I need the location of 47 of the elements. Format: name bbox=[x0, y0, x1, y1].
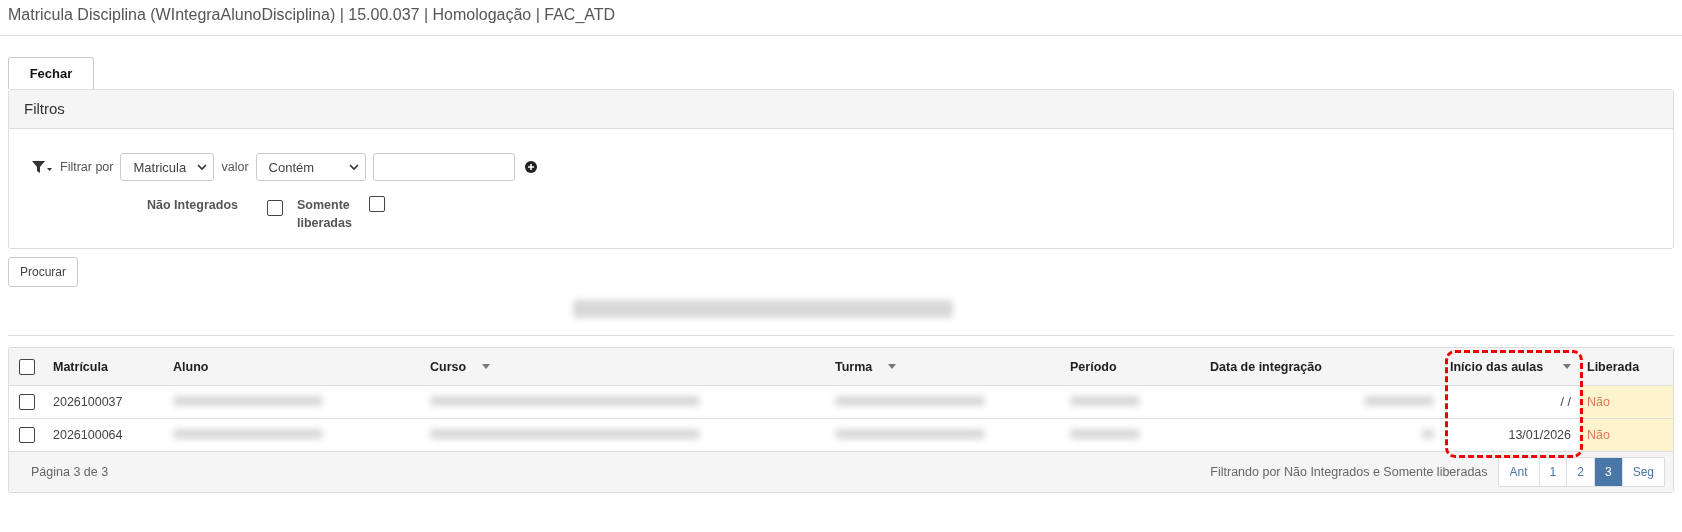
select-all-checkbox[interactable] bbox=[19, 358, 35, 375]
table-cell: 2026100037 bbox=[45, 385, 165, 419]
sort-caret-icon[interactable] bbox=[888, 364, 897, 369]
blurred-text bbox=[1422, 429, 1434, 439]
page-button[interactable]: 3 bbox=[1593, 457, 1623, 487]
checkbox-label: Não Integrados bbox=[147, 197, 239, 214]
checkbox[interactable] bbox=[267, 200, 283, 216]
table-cell: 13/01/2026 bbox=[1442, 418, 1579, 452]
table-cell: / / bbox=[1442, 385, 1579, 419]
filter-info: Filtrando por Não Integrados e Somente liberadas bbox=[1210, 465, 1488, 479]
close-button[interactable]: Fechar bbox=[8, 57, 94, 89]
table-cell: 2026100064 bbox=[45, 418, 165, 452]
value-input[interactable] bbox=[372, 153, 515, 181]
row-checkbox[interactable] bbox=[19, 394, 35, 410]
panel-title: Filtros bbox=[9, 90, 1673, 129]
filter-icon[interactable] bbox=[31, 160, 53, 174]
field-select[interactable]: Matricula bbox=[120, 153, 215, 181]
column-header[interactable]: Curso bbox=[422, 348, 827, 386]
value-label: valor bbox=[221, 160, 249, 174]
blurred-text bbox=[1364, 396, 1434, 406]
filter-by-label: Filtrar por bbox=[60, 160, 114, 174]
table-cell: Não bbox=[1579, 418, 1673, 452]
checkbox[interactable] bbox=[369, 196, 385, 212]
blurred-text bbox=[1070, 396, 1140, 406]
column-header: Período bbox=[1062, 348, 1202, 386]
column-header: Data de integração bbox=[1202, 348, 1442, 386]
sort-caret-icon[interactable] bbox=[482, 364, 491, 369]
checkbox-label: Somente liberadas bbox=[297, 197, 353, 232]
add-icon[interactable] bbox=[524, 161, 537, 173]
search-button[interactable]: Procurar bbox=[8, 257, 78, 287]
operator-select[interactable]: Contém bbox=[255, 153, 366, 181]
column-header: Aluno bbox=[165, 348, 422, 386]
sort-caret-icon[interactable] bbox=[1563, 364, 1571, 369]
page-button[interactable]: Seg bbox=[1621, 457, 1665, 487]
page-button[interactable]: Ant bbox=[1497, 457, 1540, 487]
column-header: Matrícula bbox=[45, 348, 165, 386]
row-checkbox[interactable] bbox=[19, 427, 35, 443]
chevron-down-icon bbox=[348, 163, 359, 171]
page-button[interactable]: 2 bbox=[1566, 457, 1595, 487]
window-title: Matricula Disciplina (WIntegraAlunoDisciplina) | 15.00.037 | Homologação | FAC_ATD bbox=[0, 0, 1682, 36]
column-header: Liberada bbox=[1579, 348, 1673, 386]
column-header[interactable]: Início das aulas bbox=[1442, 348, 1579, 386]
column-header[interactable]: Turma bbox=[827, 348, 1062, 386]
page-info: Página 3 de 3 bbox=[31, 465, 109, 479]
blurred-text bbox=[1070, 429, 1140, 439]
table-cell: Não bbox=[1579, 385, 1673, 419]
chevron-down-icon bbox=[197, 163, 208, 171]
